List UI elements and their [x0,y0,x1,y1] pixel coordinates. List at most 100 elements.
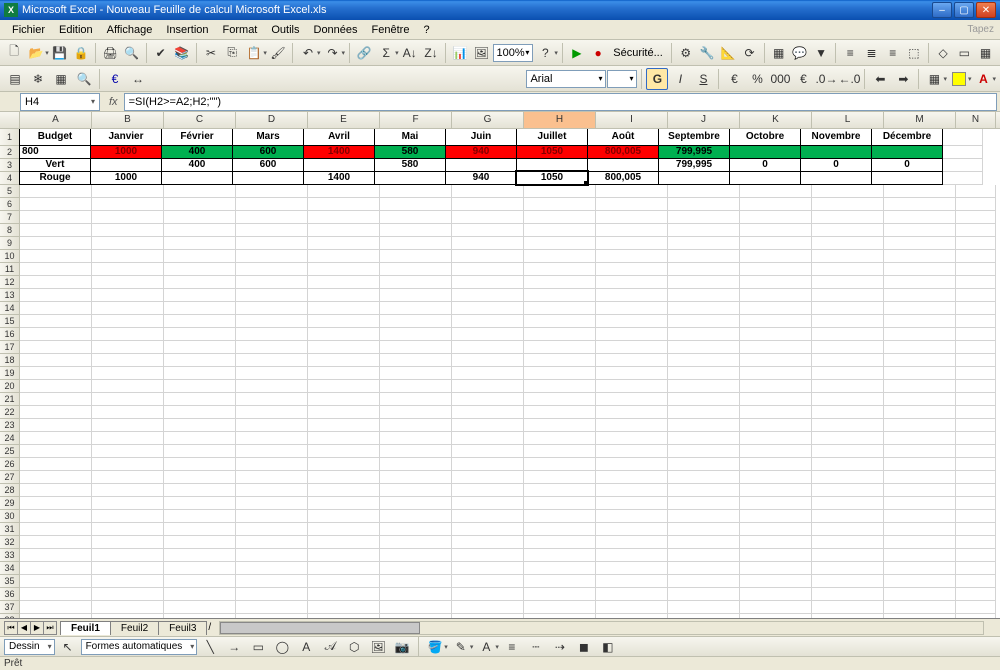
cell-N22[interactable] [956,406,996,419]
cell-B18[interactable] [92,354,164,367]
cell-I26[interactable] [596,458,668,471]
print-preview-icon[interactable]: 🔍 [121,42,141,64]
tab-nav-first-icon[interactable]: ⏮ [4,621,18,635]
close-button[interactable]: ✕ [976,2,996,18]
cell-H5[interactable] [524,185,596,198]
cell-F16[interactable] [380,328,452,341]
picture-icon[interactable]: 📷 [391,636,413,658]
row-header-25[interactable]: 25 [0,445,20,458]
cell-I21[interactable] [596,393,668,406]
cell-N7[interactable] [956,211,996,224]
cell-G6[interactable] [452,198,524,211]
cell-G2[interactable]: 940 [445,145,517,159]
row-header-21[interactable]: 21 [0,393,20,406]
cell-H22[interactable] [524,406,596,419]
cell-M22[interactable] [884,406,956,419]
cell-K1[interactable]: Octobre [729,129,801,146]
cell-N30[interactable] [956,510,996,523]
cell-H28[interactable] [524,484,596,497]
cell-J1[interactable]: Septembre [658,129,730,146]
cell-C16[interactable] [164,328,236,341]
cell-N10[interactable] [956,250,996,263]
cell-N6[interactable] [956,198,996,211]
cell-I34[interactable] [596,562,668,575]
undo-icon[interactable]: ↶ [297,42,319,64]
cell-J6[interactable] [668,198,740,211]
cell-I12[interactable] [596,276,668,289]
cell-I9[interactable] [596,237,668,250]
cell-A21[interactable] [20,393,92,406]
help-search-hint[interactable]: Tapez [967,24,994,35]
cell-M23[interactable] [884,419,956,432]
cell-L9[interactable] [812,237,884,250]
cell-L1[interactable]: Novembre [800,129,872,146]
cell-M1[interactable]: Décembre [871,129,943,146]
cell-L20[interactable] [812,380,884,393]
cell-E33[interactable] [308,549,380,562]
research-icon[interactable]: 📚 [172,42,192,64]
cell-L27[interactable] [812,471,884,484]
cell-G33[interactable] [452,549,524,562]
cell-F31[interactable] [380,523,452,536]
cell-J2[interactable]: 799,995 [658,145,730,159]
cell-I27[interactable] [596,471,668,484]
cell-H20[interactable] [524,380,596,393]
cell-B2[interactable]: 1000 [90,145,162,159]
cell-M5[interactable] [884,185,956,198]
cell-D10[interactable] [236,250,308,263]
cell-I35[interactable] [596,575,668,588]
draw-menu[interactable]: Dessin [4,639,55,655]
cell-A12[interactable] [20,276,92,289]
cell-F18[interactable] [380,354,452,367]
cell-E2[interactable]: 1400 [303,145,375,159]
tab-nav-next-icon[interactable]: ▶ [30,621,44,635]
cell-A10[interactable] [20,250,92,263]
cell-G12[interactable] [452,276,524,289]
cell-C28[interactable] [164,484,236,497]
cell-H34[interactable] [524,562,596,575]
cell-M11[interactable] [884,263,956,276]
cell-M33[interactable] [884,549,956,562]
cell-H17[interactable] [524,341,596,354]
cell-A35[interactable] [20,575,92,588]
cell-K32[interactable] [740,536,812,549]
cell-J26[interactable] [668,458,740,471]
font-color-icon[interactable]: A [972,68,994,90]
italic-icon[interactable]: I [669,68,691,90]
cell-I7[interactable] [596,211,668,224]
cell-J5[interactable] [668,185,740,198]
cell-A8[interactable] [20,224,92,237]
pivot-icon[interactable]: ▦ [769,42,789,64]
tab-nav-last-icon[interactable]: ⏭ [43,621,57,635]
cell-F9[interactable] [380,237,452,250]
cell-C27[interactable] [164,471,236,484]
cell-D18[interactable] [236,354,308,367]
cell-F23[interactable] [380,419,452,432]
shadow-icon[interactable]: ◼ [573,636,595,658]
cell-C35[interactable] [164,575,236,588]
align-left-icon[interactable]: ≡ [840,42,860,64]
row-header-8[interactable]: 8 [0,224,20,237]
cell-K37[interactable] [740,601,812,614]
cell-G5[interactable] [452,185,524,198]
cell-C12[interactable] [164,276,236,289]
cell-H11[interactable] [524,263,596,276]
borders-dropdown-icon[interactable]: ▦ [975,42,995,64]
cell-N34[interactable] [956,562,996,575]
cell-D15[interactable] [236,315,308,328]
cell-N28[interactable] [956,484,996,497]
select-all-corner[interactable] [0,112,20,128]
cell-H4[interactable]: 1050 [516,171,588,185]
spellcheck-icon[interactable]: ✔ [151,42,171,64]
sort-desc-icon[interactable]: Z↓ [421,42,441,64]
cell-C33[interactable] [164,549,236,562]
cell-L15[interactable] [812,315,884,328]
cell-B12[interactable] [92,276,164,289]
cell-F27[interactable] [380,471,452,484]
cell-K8[interactable] [740,224,812,237]
cell-M8[interactable] [884,224,956,237]
cell-J17[interactable] [668,341,740,354]
cell-D24[interactable] [236,432,308,445]
row-header-24[interactable]: 24 [0,432,20,445]
cell-M24[interactable] [884,432,956,445]
